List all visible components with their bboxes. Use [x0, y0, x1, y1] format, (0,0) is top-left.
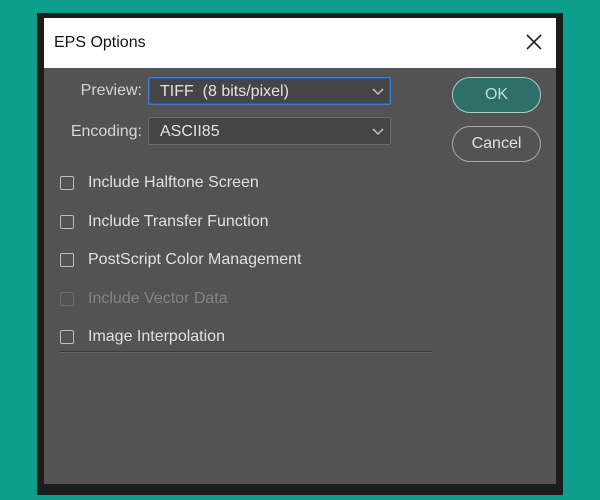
option-label: Include Halftone Screen	[88, 174, 259, 191]
checkbox[interactable]	[60, 215, 74, 229]
divider	[60, 351, 432, 353]
chevron-down-icon	[372, 88, 384, 95]
option-label: Include Vector Data	[88, 290, 228, 307]
preview-select[interactable]: TIFF (8 bits/pixel)	[148, 77, 391, 105]
checkbox	[60, 292, 74, 306]
option-label: Image Interpolation	[88, 328, 225, 345]
checkbox[interactable]	[60, 176, 74, 190]
title-bar: EPS Options	[44, 18, 556, 68]
encoding-select[interactable]: ASCII85	[148, 117, 391, 145]
chevron-down-icon	[372, 128, 384, 135]
close-button[interactable]	[518, 26, 550, 58]
eps-options-dialog: EPS Options Preview: TIFF (8 bits/pixel)…	[37, 13, 563, 495]
option-label: PostScript Color Management	[88, 251, 302, 268]
checkbox[interactable]	[60, 330, 74, 344]
dialog-body: Preview: TIFF (8 bits/pixel) Encoding: A…	[44, 68, 556, 484]
checkbox[interactable]	[60, 253, 74, 267]
encoding-select-value: ASCII85	[160, 123, 220, 140]
preview-label: Preview:	[80, 82, 142, 99]
encoding-label: Encoding:	[70, 123, 142, 140]
ok-button[interactable]: OK	[452, 77, 541, 113]
preview-select-value: TIFF (8 bits/pixel)	[160, 83, 289, 100]
cancel-button[interactable]: Cancel	[452, 126, 541, 162]
close-icon	[526, 34, 542, 50]
option-label: Include Transfer Function	[88, 213, 269, 230]
dialog-title: EPS Options	[54, 34, 146, 51]
